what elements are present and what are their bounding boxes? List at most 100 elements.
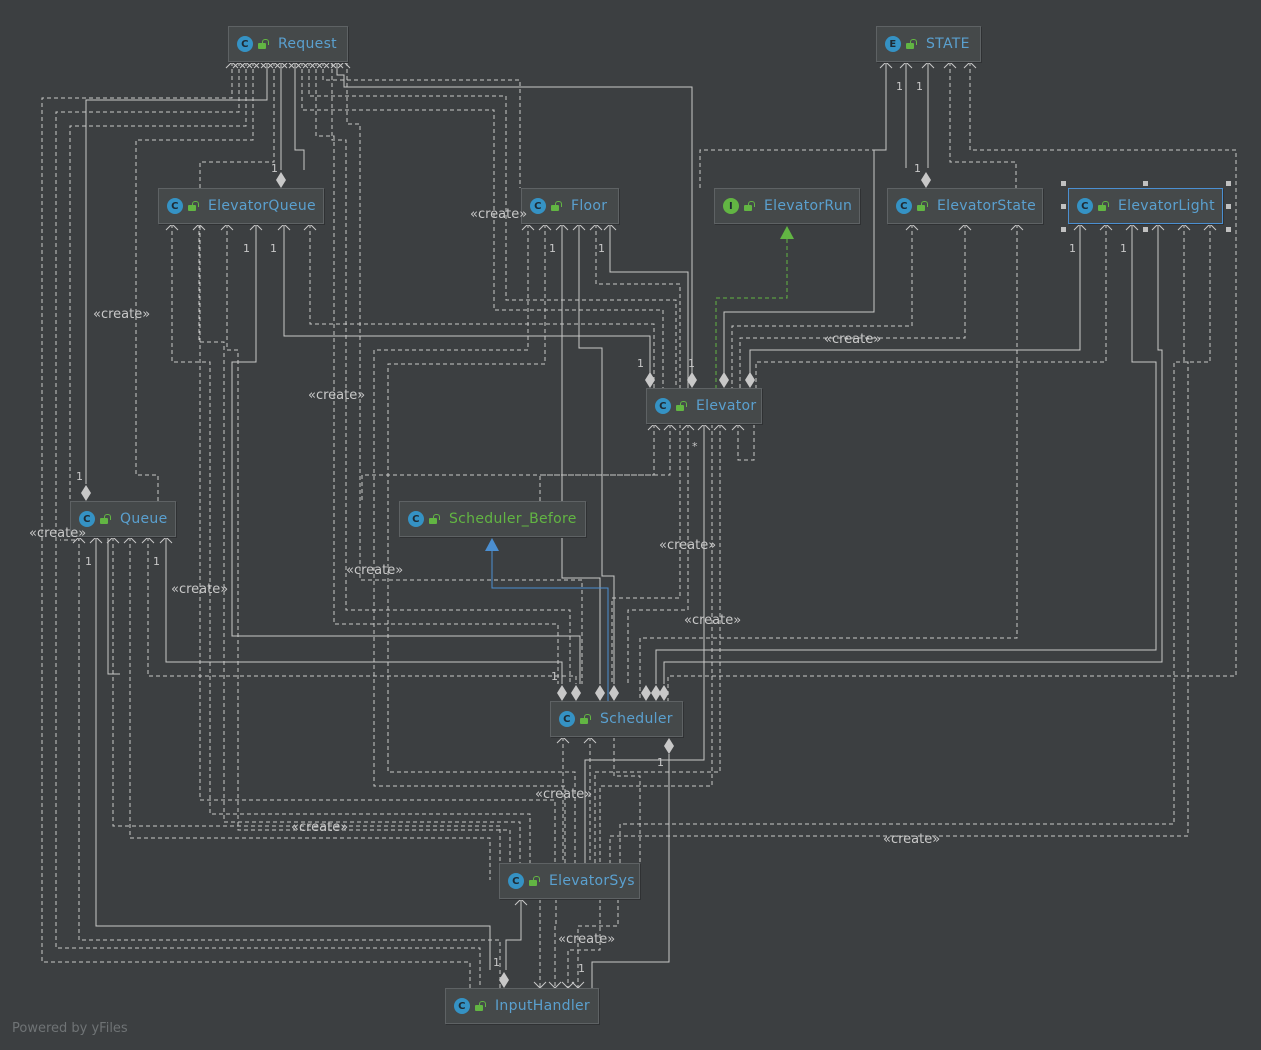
resize-handle[interactable] [1226,181,1231,186]
dependency-edge[interactable] [755,224,1107,388]
multiplicity-label: 1 [1120,242,1127,255]
multiplicity-label: 1 [85,555,92,568]
dependency-edge[interactable] [85,62,268,484]
class-node-inputhandler[interactable]: C InputHandler [445,988,599,1024]
enum-node-state[interactable]: E STATE [876,26,981,62]
resize-handle[interactable] [1143,181,1148,186]
class-icon: C [454,998,470,1014]
dependency-edge[interactable] [78,537,501,988]
dependency-edge[interactable] [539,424,671,501]
multiplicity-label: * [692,440,698,453]
dependency-edge[interactable] [731,224,913,388]
dependency-edge[interactable] [737,424,755,461]
class-icon: C [237,36,253,52]
dependency-edge[interactable] [554,899,557,988]
dependency-edge[interactable] [308,62,677,388]
interface-node-elevatorrun[interactable]: I ElevatorRun [714,188,860,224]
resize-handle[interactable] [1143,227,1148,232]
dependency-edge[interactable] [199,62,556,863]
create-label: «create» [29,526,87,541]
class-name: Elevator [696,398,757,414]
create-label: «create» [684,613,742,628]
class-node-elevator[interactable]: C Elevator [646,388,762,424]
class-icon: C [79,511,95,527]
dependency-edge[interactable] [198,224,521,863]
composition-diamond [571,685,581,701]
public-visibility-icon [429,514,441,524]
class-node-scheduler[interactable]: C Scheduler [550,701,683,737]
public-visibility-icon [188,201,200,211]
dependency-edge[interactable] [613,737,641,863]
enum-icon: E [885,36,901,52]
multiplicity-label: 1 [896,80,903,93]
dependency-edge[interactable] [739,224,966,388]
dependency-edge[interactable] [627,424,689,684]
dependency-edge[interactable] [322,62,521,188]
dependency-edge[interactable] [95,537,491,970]
dependency-edge[interactable] [331,62,571,684]
class-name: ElevatorSys [549,873,635,889]
class-node-elevatorsys[interactable]: C ElevatorSys [499,863,640,899]
create-label: «create» [291,820,349,835]
resize-handle[interactable] [1061,181,1066,186]
public-visibility-icon [551,201,563,211]
dependency-edge[interactable] [584,424,705,863]
dependency-edge[interactable] [226,224,511,863]
realization-edge[interactable] [715,239,788,388]
enum-name: STATE [926,36,970,52]
dependency-edge[interactable] [294,62,305,170]
dependency-edge[interactable] [505,899,522,970]
class-node-elevatorqueue[interactable]: C ElevatorQueue [158,188,324,224]
composition-diamond [595,685,605,701]
create-label: «create» [308,388,366,403]
class-node-elevatorlight[interactable]: C ElevatorLight [1068,188,1223,224]
dependency-edge[interactable] [639,224,1018,701]
inheritance-edge[interactable] [491,551,609,701]
class-icon: C [1077,198,1093,214]
dependency-edge[interactable] [949,62,1017,188]
resize-handle[interactable] [1226,227,1231,232]
public-visibility-icon [580,714,592,724]
resize-handle[interactable] [1226,204,1231,209]
class-node-request[interactable]: C Request [228,26,348,62]
class-name: Floor [571,198,608,214]
dependency-edge[interactable] [373,224,566,863]
dependency-edge[interactable] [699,62,887,188]
create-label: «create» [470,207,528,222]
dependency-edge[interactable] [561,224,601,684]
dependency-edge[interactable] [599,424,713,863]
composition-diamond [81,485,91,501]
dependency-edge[interactable] [69,62,247,500]
dependency-edge[interactable] [749,224,1081,375]
create-label: «create» [883,832,941,847]
class-node-floor[interactable]: C Floor [521,188,619,224]
dependency-edge[interactable] [165,537,563,684]
public-visibility-icon [676,401,688,411]
dependency-edge[interactable] [283,224,651,375]
create-label: «create» [659,538,717,553]
resize-handle[interactable] [1061,204,1066,209]
class-name: Request [278,36,337,52]
dependency-edge[interactable] [107,537,120,675]
public-visibility-icon [1098,201,1110,211]
class-node-elevatorstate[interactable]: C ElevatorState [887,188,1043,224]
dependency-edge[interactable] [578,224,615,684]
multiplicity-label: 1 [243,242,250,255]
powered-by-footer: Powered by yFiles [12,1021,128,1036]
multiplicity-label: 1 [153,555,160,568]
dependency-edge[interactable] [361,424,655,501]
multiplicity-label: 1 [688,357,695,370]
public-visibility-icon [744,201,756,211]
create-label: «create» [824,332,882,347]
dependency-edge[interactable] [387,224,576,863]
dependency-edge[interactable] [346,62,583,684]
composition-diamond [921,172,931,188]
public-visibility-icon [475,1001,487,1011]
dependency-edge[interactable] [171,224,531,863]
public-visibility-icon [258,39,270,49]
dependency-edge[interactable] [315,62,559,684]
class-node-scheduler-before[interactable]: C Scheduler_Before [399,501,586,537]
class-name: ElevatorQueue [208,198,316,214]
dependency-edge[interactable] [135,62,254,501]
resize-handle[interactable] [1061,227,1066,232]
